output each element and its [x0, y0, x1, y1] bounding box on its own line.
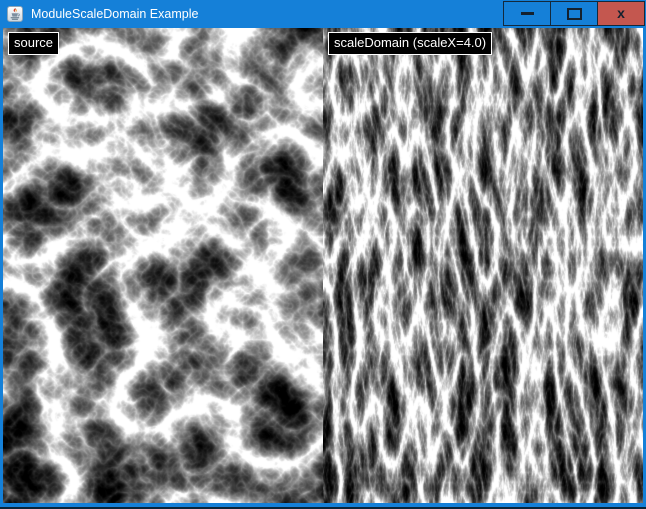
scaledomain-noise-image [323, 28, 643, 503]
close-button[interactable]: x [597, 1, 645, 26]
content-area: source scaleDomain (scaleX=4.0) [3, 28, 643, 503]
java-coffee-cup-icon [7, 6, 23, 22]
panel-source: source [3, 28, 323, 503]
close-icon: x [617, 6, 625, 20]
source-label: source [8, 32, 59, 55]
scaledomain-label: scaleDomain (scaleX=4.0) [328, 32, 492, 55]
app-window: ModuleScaleDomain Example x source scale… [0, 0, 646, 509]
panel-scale-domain: scaleDomain (scaleX=4.0) [323, 28, 643, 503]
window-title: ModuleScaleDomain Example [31, 7, 198, 21]
title-bar[interactable]: ModuleScaleDomain Example x [0, 0, 646, 28]
maximize-icon [567, 8, 582, 20]
minimize-icon [521, 12, 534, 15]
window-controls: x [504, 1, 645, 26]
maximize-button[interactable] [550, 1, 598, 26]
minimize-button[interactable] [503, 1, 551, 26]
source-noise-image [3, 28, 323, 503]
